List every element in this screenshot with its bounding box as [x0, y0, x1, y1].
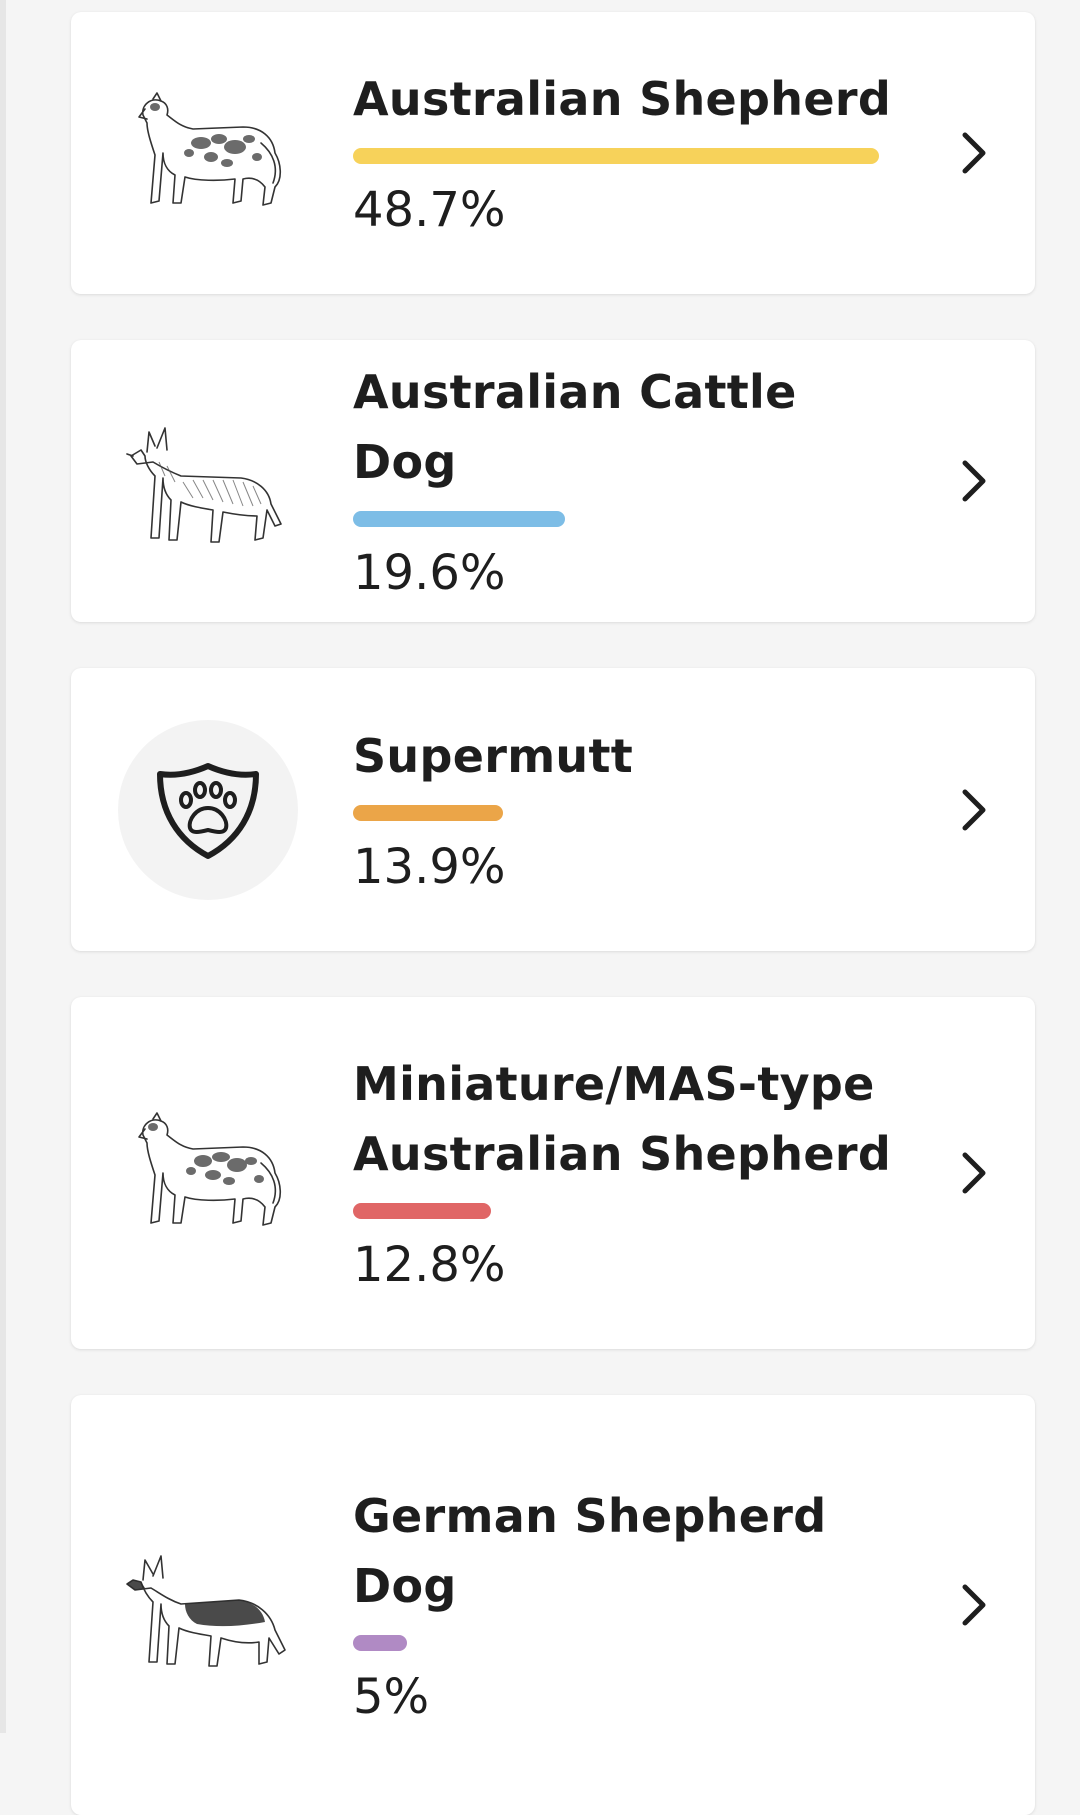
breed-card-miniature-australian-shepherd[interactable]: Miniature/MAS-type Australian Shepherd 1… [71, 997, 1035, 1349]
breed-name-line-1: German Shepherd [353, 1489, 827, 1543]
breed-percentage: 13.9% [353, 838, 506, 895]
breed-info: Australian Cattle Dog 19.6% [353, 357, 913, 605]
chevron-right-icon[interactable] [959, 130, 989, 176]
breed-percentage: 5% [353, 1669, 430, 1725]
percentage-bar [353, 148, 879, 164]
breed-card-australian-shepherd[interactable]: Australian Shepherd 48.7% [71, 12, 1035, 294]
chevron-right-icon[interactable] [959, 787, 989, 833]
breed-card-german-shepherd-dog[interactable]: German Shepherd Dog 5% [71, 1395, 1035, 1815]
breed-name: Supermutt [353, 728, 634, 783]
breed-info: Australian Shepherd 48.7% [353, 64, 913, 242]
chevron-right-icon[interactable] [959, 1582, 989, 1628]
supermutt-badge [117, 719, 299, 901]
australian-shepherd-sketch-icon [117, 62, 299, 244]
percentage-bar [353, 511, 879, 527]
australian-cattle-dog-sketch-icon [117, 390, 299, 572]
chevron-right-icon[interactable] [959, 1150, 989, 1196]
breed-name-line-2: Australian Shepherd [353, 1127, 892, 1181]
breed-info: German Shepherd Dog 5% [353, 1481, 913, 1729]
breed-info: Miniature/MAS-type Australian Shepherd 1… [353, 1049, 913, 1297]
badge-circle [118, 719, 298, 900]
breed-name-line-2: Dog [353, 1559, 457, 1613]
breed-percentage: 12.8% [353, 1237, 506, 1293]
miniature-australian-shepherd-sketch-icon [117, 1082, 299, 1264]
breed-name-line-1: Miniature/MAS-type [353, 1057, 875, 1111]
percentage-bar [353, 1635, 879, 1651]
percentage-bar-fill [353, 511, 565, 527]
percentage-bar [353, 804, 879, 821]
chevron-right-icon[interactable] [959, 458, 989, 504]
breed-name: Australian Shepherd [353, 72, 892, 126]
german-shepherd-sketch-icon [117, 1514, 299, 1696]
percentage-bar-fill [353, 148, 879, 164]
percentage-bar-fill [353, 804, 503, 821]
left-edge-divider [0, 0, 6, 1733]
breed-name: Australian Cattle Dog [353, 365, 797, 489]
percentage-bar-fill [353, 1635, 407, 1651]
breed-percentage: 48.7% [353, 182, 506, 238]
percentage-bar [353, 1203, 879, 1219]
breed-list: Australian Shepherd 48.7% Australian Cat… [71, 12, 1035, 1815]
paw-shield-icon [157, 762, 259, 859]
percentage-bar-fill [353, 1203, 491, 1219]
breed-card-supermutt[interactable]: Supermutt 13.9% [71, 668, 1035, 951]
breed-percentage: 19.6% [353, 545, 506, 601]
breed-card-australian-cattle-dog[interactable]: Australian Cattle Dog 19.6% [71, 340, 1035, 622]
breed-info: Supermutt 13.9% [353, 721, 913, 899]
